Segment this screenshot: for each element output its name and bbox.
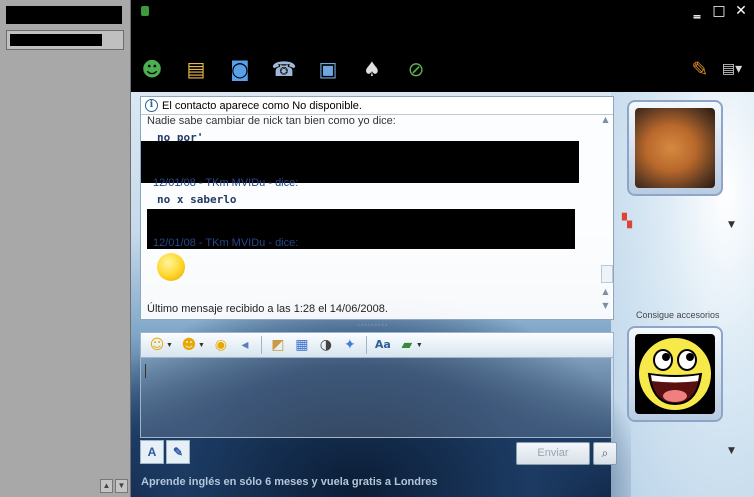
- games-icon[interactable]: ◑: [318, 337, 334, 353]
- call-icon[interactable]: ☎: [271, 56, 297, 82]
- my-avatar[interactable]: [627, 326, 723, 422]
- send-button[interactable]: Enviar: [516, 442, 590, 465]
- contact-display-picture: [635, 108, 715, 188]
- info-icon: i: [145, 99, 158, 112]
- block-icon[interactable]: ⊘: [403, 56, 429, 82]
- send-files-icon[interactable]: ▤: [183, 56, 209, 82]
- message-header: 12/01/08 - TKm MVIDu - dice:: [153, 237, 299, 249]
- chevron-down-icon[interactable]: ▼: [166, 342, 173, 349]
- redacted-contact-entry: [10, 34, 102, 46]
- contact-card-icon[interactable]: ▚: [622, 214, 632, 229]
- wink-icon[interactable]: ☻: [181, 337, 197, 353]
- message-header: Nadie sabe cambiar de nick tan bien como…: [147, 115, 396, 127]
- message-input[interactable]: [140, 358, 614, 438]
- video-icon[interactable]: ◙: [227, 56, 253, 82]
- my-display-picture: [635, 334, 715, 414]
- redacted-contact-name: [6, 6, 122, 24]
- font-mode-tab[interactable]: A: [140, 440, 164, 464]
- main-toolbar: ☻ ▤ ◙ ☎ ▣ ♠ ⊘ ✎ ▤▾: [131, 48, 754, 92]
- panel-scroll-controls: ▲ ▼: [100, 479, 128, 493]
- message-header: 12/01/08 - TKm MVIDu - dice:: [153, 177, 299, 189]
- last-message-status: Último mensaje recibido a las 1:28 el 14…: [147, 303, 388, 315]
- voice-clip-icon[interactable]: ◂: [237, 337, 253, 353]
- scroll-thumb[interactable]: [601, 265, 613, 283]
- scroll-up-icon[interactable]: ▲: [600, 115, 611, 125]
- status-info-text: El contacto aparece como No disponible.: [162, 99, 362, 112]
- text-caret: [145, 364, 146, 378]
- conversation-window: ‗ □ ✕ ☻ ▤ ◙ ☎ ▣ ♠ ⊘ ✎ ▤▾ i El contacto a…: [131, 0, 754, 497]
- share-icon[interactable]: ▰: [399, 337, 415, 353]
- emoticon-icon[interactable]: ☺: [149, 337, 165, 353]
- contact-list-panel: ▲ ▼: [0, 0, 131, 497]
- hands-over-mouth-emoticon-icon: [157, 253, 185, 281]
- scroll-up-icon[interactable]: ▲: [600, 287, 611, 297]
- redacted-subtitle: [157, 24, 697, 40]
- activities-icon[interactable]: ▣: [315, 56, 341, 82]
- chevron-down-icon[interactable]: ▼: [416, 342, 423, 349]
- nudge-icon[interactable]: ◉: [213, 337, 229, 353]
- format-toolbar: ☺ ▼ ☻ ▼ ◉ ◂ ◩ ▦ ◑ ✦ Aa ▰ ▼: [140, 332, 614, 358]
- contact-avatar[interactable]: [627, 100, 723, 196]
- history-scrollbar[interactable]: ▲ ▲ ▼: [600, 115, 613, 319]
- accessories-link[interactable]: Consigue accesorios: [636, 310, 720, 320]
- status-info-bar: i El contacto aparece como No disponible…: [141, 97, 613, 115]
- close-icon[interactable]: ✕: [734, 4, 748, 18]
- games-icon[interactable]: ♠: [359, 56, 385, 82]
- handwriting-mode-tab[interactable]: ✎: [166, 440, 190, 464]
- scroll-down-icon[interactable]: ▼: [115, 479, 128, 493]
- resize-grip[interactable]: ◦◦◦◦◦◦◦◦◦: [357, 322, 397, 329]
- scroll-down-icon[interactable]: ▼: [600, 301, 611, 311]
- input-mode-tabs: A ✎: [140, 440, 190, 464]
- contact-entry[interactable]: [6, 30, 124, 50]
- background-icon[interactable]: ◩: [270, 337, 286, 353]
- title-bar: ‗ □ ✕: [131, 0, 754, 48]
- ad-banner-text[interactable]: Aprende inglés en sólo 6 meses y vuela g…: [141, 476, 438, 488]
- search-icon[interactable]: ⌕: [593, 442, 617, 465]
- window-controls: ‗ □ ✕: [690, 4, 748, 18]
- message-text: no x saberlo: [157, 193, 237, 206]
- messenger-icon[interactable]: ✦: [342, 337, 358, 353]
- minimize-icon[interactable]: ‗: [690, 4, 704, 18]
- toolbar-separator: [365, 336, 367, 354]
- chevron-down-icon[interactable]: ▼: [728, 446, 735, 456]
- maximize-icon[interactable]: □: [712, 4, 726, 18]
- color-picker-icon[interactable]: ▦: [294, 337, 310, 353]
- awesome-face-icon: [637, 336, 713, 412]
- toolbar-separator: [260, 336, 262, 354]
- chevron-down-icon[interactable]: ▼: [728, 220, 735, 230]
- chevron-down-icon[interactable]: ▼: [198, 342, 205, 349]
- redacted-title: [151, 6, 681, 22]
- paint-brush-icon[interactable]: ✎: [687, 56, 713, 82]
- invite-contact-icon[interactable]: ☻: [139, 56, 165, 82]
- chat-history[interactable]: i El contacto aparece como No disponible…: [140, 96, 614, 320]
- scroll-up-icon[interactable]: ▲: [100, 479, 113, 493]
- font-icon[interactable]: Aa: [375, 337, 391, 353]
- status-icon: [141, 6, 149, 16]
- menu-icon[interactable]: ▤▾: [715, 56, 749, 82]
